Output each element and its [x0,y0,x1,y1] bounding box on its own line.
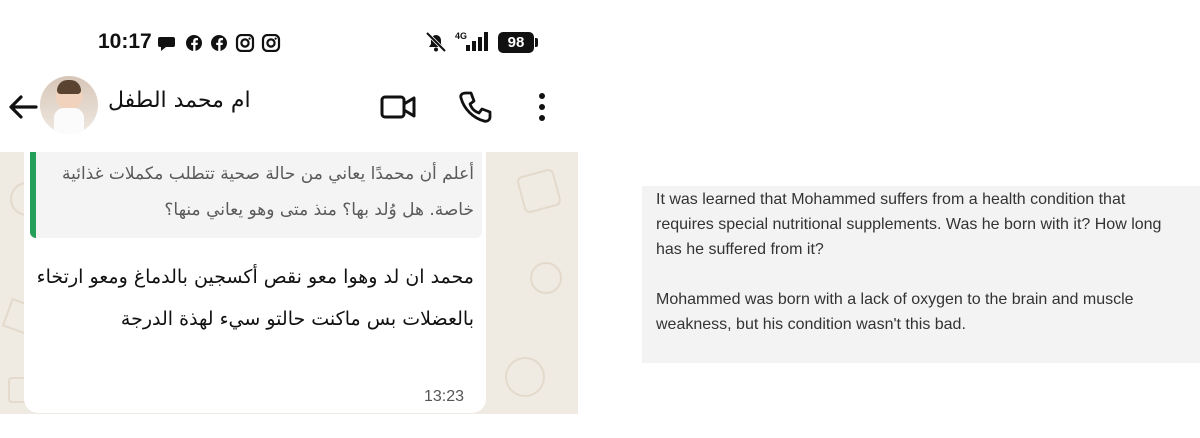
translation-panel: It was learned that Mohammed suffers fro… [642,186,1200,363]
voice-call-icon[interactable] [458,90,492,124]
instagram-icon [261,34,281,52]
video-call-icon[interactable] [380,90,416,124]
mute-bell-icon [426,31,447,53]
translation-answer: Mohammed was born with a lack of oxygen … [656,291,1134,333]
facebook-icon [186,35,202,51]
translation-question: It was learned that Mohammed suffers fro… [656,191,1162,258]
message-time: 13:23 [424,388,465,405]
quoted-message-text: أعلم أن محمدًا يعاني من حالة صحية تتطلب … [61,164,474,220]
phone-screenshot: 10:17 4G 98 ام محمد الطفل محمد ان لد وهو… [0,0,578,438]
message-text: محمد ان لد وهوا معو نقص أكسجين بالدماغ و… [36,266,474,330]
contact-avatar[interactable] [40,76,98,134]
system-status-icons: 4G [426,31,488,53]
contact-name[interactable]: ام محمد الطفل [108,88,258,113]
facebook-icon [211,35,227,51]
back-arrow-icon[interactable] [6,90,40,124]
more-options-icon[interactable] [533,90,551,124]
battery-indicator: 98 [498,32,538,53]
network-type-label: 4G [455,31,467,41]
status-time: 10:17 [98,30,152,53]
signal-icon [466,32,488,51]
chat-notification-icon [158,37,175,51]
quoted-message[interactable]: أعلم أن محمدًا يعاني من حالة صحية تتطلب … [30,152,482,238]
notification-icons [158,34,281,52]
instagram-icon [235,34,255,52]
